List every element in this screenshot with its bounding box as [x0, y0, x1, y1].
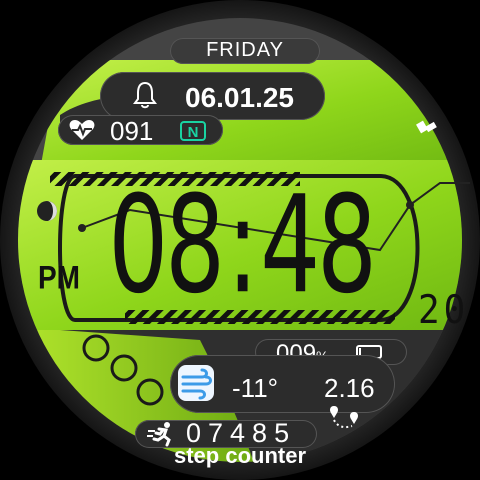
- time-separator: :: [226, 166, 259, 324]
- day-label: FRIDAY: [206, 39, 284, 61]
- steps-label: step counter: [173, 443, 307, 468]
- distance-value: 2.16: [324, 373, 375, 403]
- meridiem-label: PM: [38, 259, 80, 296]
- heart-rate-value: 091: [110, 116, 154, 146]
- seconds-value: 20: [418, 287, 470, 334]
- time-display: 08 : 48: [108, 166, 377, 324]
- bell-icon[interactable]: [130, 80, 160, 110]
- wind-icon[interactable]: [178, 365, 214, 401]
- time-minute: 48: [260, 166, 377, 324]
- moon-phase-icon: [37, 201, 57, 221]
- date-label: 06.01.25: [185, 82, 294, 113]
- map-pin-route-icon: [330, 406, 358, 429]
- watch-face: FRIDAY 06.01.25 091 N PM 08 : 48 20 009%: [0, 0, 480, 480]
- time-hour: 08: [108, 166, 225, 324]
- heart-pulse-icon[interactable]: [68, 118, 96, 142]
- flashlight-icon[interactable]: [414, 116, 440, 138]
- temperature-value: -11°: [232, 373, 279, 403]
- notification-badge[interactable]: N: [180, 121, 206, 141]
